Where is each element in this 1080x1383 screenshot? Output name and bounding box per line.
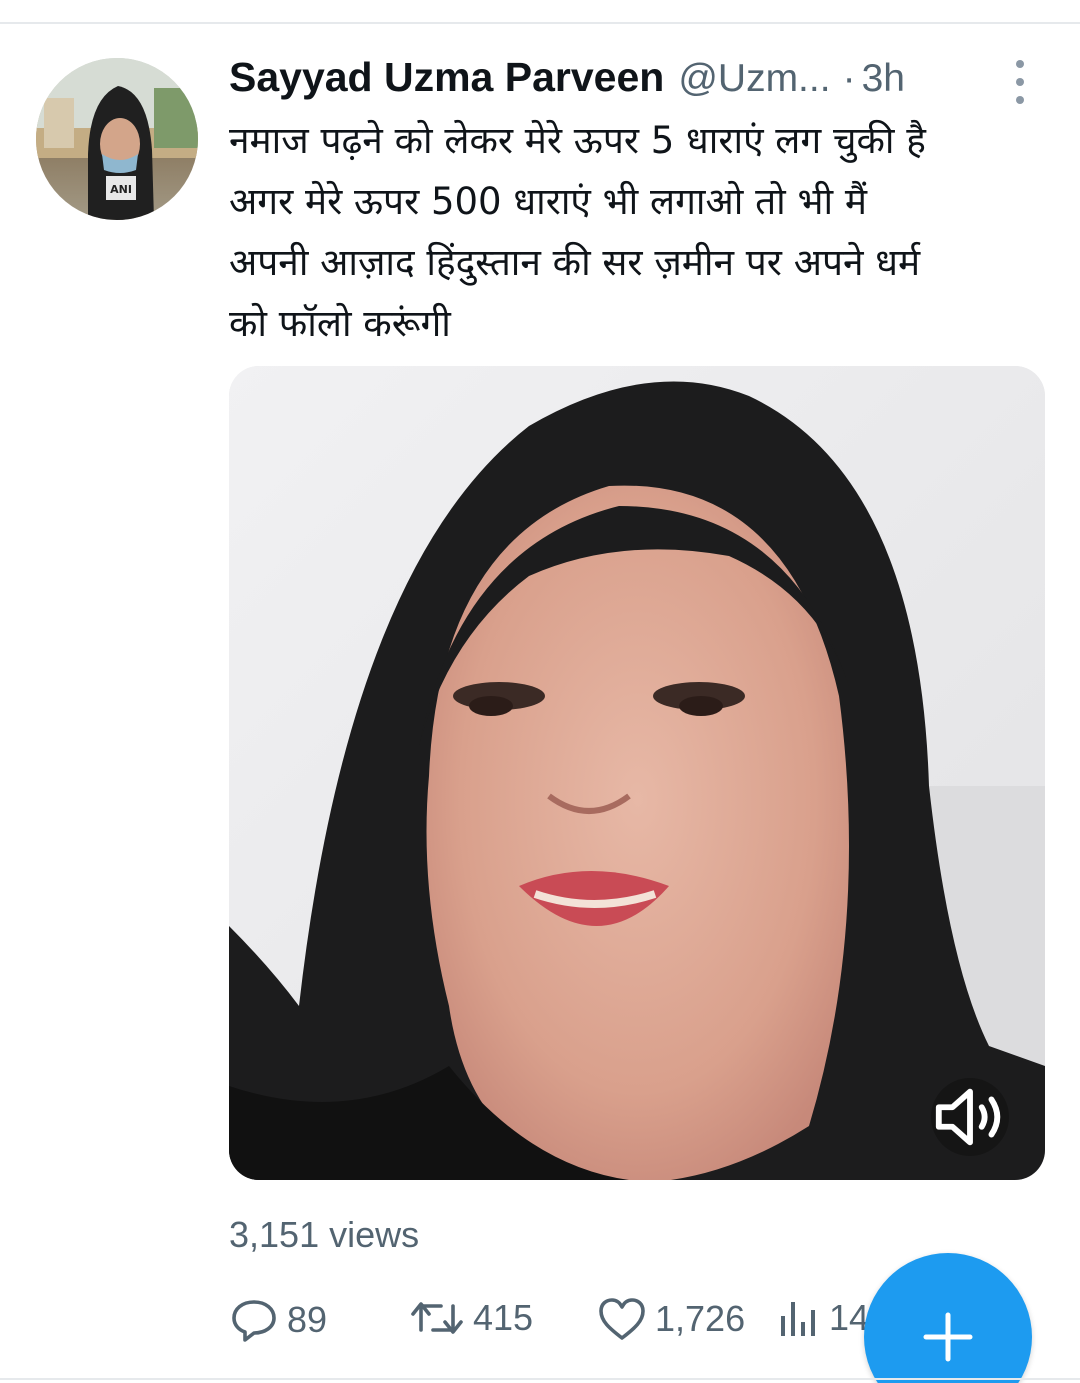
reply-icon (232, 1300, 276, 1342)
analytics-icon (781, 1302, 815, 1336)
tweet-text: नमाज पढ़ने को लेकर मेरे ऊपर 5 धाराएं लग … (229, 110, 1049, 354)
more-vertical-icon[interactable] (1008, 60, 1032, 104)
tweet-text-line: अगर मेरे ऊपर 500 धाराएं भी लगाओ तो भी मै… (229, 180, 868, 223)
separator-dot: · (842, 57, 856, 100)
volume-icon (935, 1088, 1001, 1146)
avatar-image: ANI (36, 58, 198, 220)
retweet-button[interactable]: 415 (409, 1296, 533, 1340)
bottom-divider (0, 1378, 1080, 1380)
author-display-name[interactable]: Sayyad Uzma Parveen (229, 54, 664, 101)
top-divider (0, 22, 1080, 24)
tweet-video[interactable] (229, 366, 1045, 1180)
analytics-count: 14 (829, 1297, 870, 1338)
reply-button[interactable]: 89 (229, 1296, 327, 1344)
reply-count: 89 (287, 1299, 328, 1340)
tweet-text-line: अपनी आज़ाद हिंदुस्तान की सर ज़मीन पर अपन… (229, 241, 921, 284)
volume-button[interactable] (931, 1078, 1009, 1156)
retweet-icon (411, 1302, 463, 1334)
compose-button[interactable] (864, 1253, 1032, 1383)
plus-icon (923, 1312, 973, 1362)
tweet-timestamp[interactable]: 3h (862, 57, 905, 101)
like-count: 1,726 (655, 1298, 746, 1339)
video-frame (229, 366, 1045, 1180)
tweet-text-line: नमाज पढ़ने को लेकर मेरे ऊपर 5 धाराएं लग … (229, 119, 926, 162)
tweet-header: Sayyad Uzma Parveen @Uzm... · 3h (229, 54, 905, 104)
author-handle[interactable]: @Uzm... (678, 57, 830, 101)
like-button[interactable]: 1,726 (597, 1296, 745, 1342)
svg-text:ANI: ANI (110, 183, 132, 196)
analytics-button[interactable]: 14 (777, 1296, 869, 1340)
view-count: 3,151 views (229, 1214, 420, 1255)
tweet-text-line: को फॉलो करूंगी (229, 302, 451, 345)
avatar[interactable]: ANI (36, 58, 198, 220)
retweet-count: 415 (473, 1297, 534, 1338)
heart-icon (599, 1298, 645, 1340)
